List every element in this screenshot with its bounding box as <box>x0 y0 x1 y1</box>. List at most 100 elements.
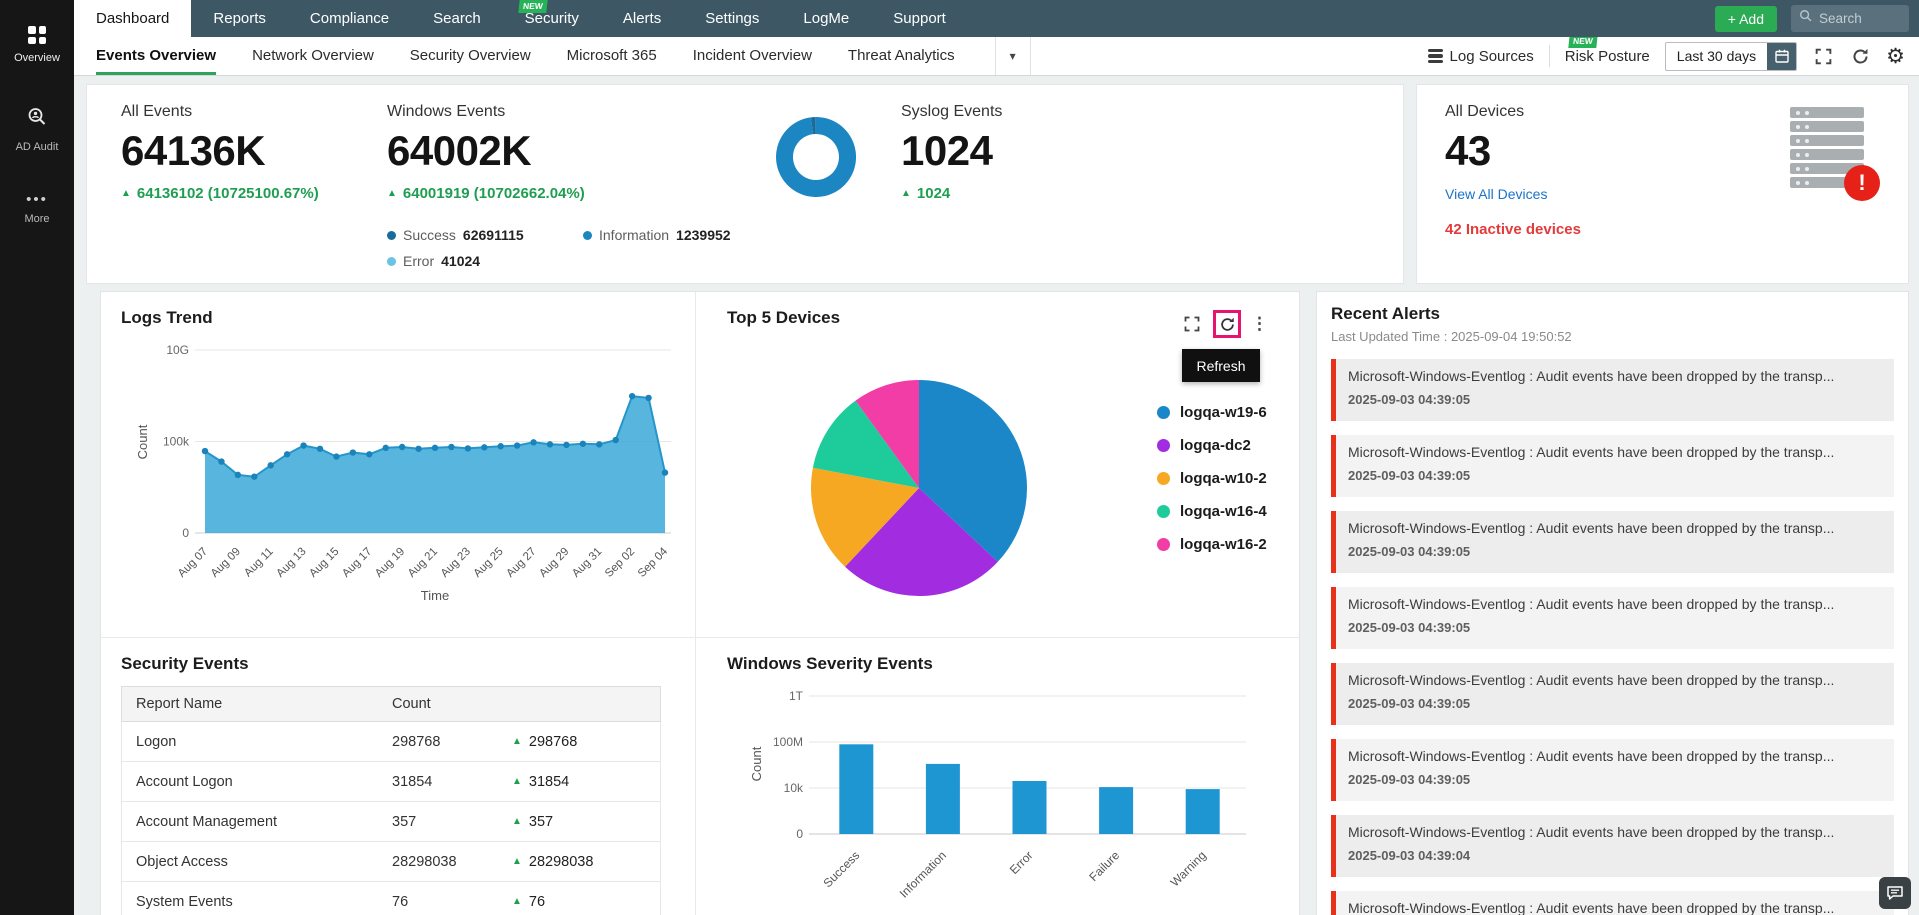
recent-alerts-panel: Recent Alerts Last Updated Time : 2025-0… <box>1316 291 1909 915</box>
sidebar-item-more[interactable]: ••• More <box>0 191 74 229</box>
events-stats-card: All Events 64136K ▲ 64136102 (10725100.6… <box>86 84 1404 284</box>
date-range-select[interactable]: Last 30 days <box>1664 41 1798 71</box>
more-tabs-dropdown[interactable]: ▾ <box>994 37 1031 75</box>
top-tab-logme[interactable]: LogMe <box>781 0 871 37</box>
inactive-devices-text: 42 Inactive devices <box>1445 221 1581 239</box>
overview-tab-security-overview[interactable]: Security Overview <box>410 37 531 75</box>
fullscreen-icon[interactable] <box>1812 45 1834 67</box>
sidebar-item-ad-audit[interactable]: AD Audit <box>0 102 74 157</box>
pie-legend-item[interactable]: logqa-w10-2 <box>1157 470 1267 487</box>
top-tab-search[interactable]: Search <box>411 0 503 37</box>
alert-time: 2025-09-03 04:39:05 <box>1348 544 1471 559</box>
legend-bullet <box>387 256 396 266</box>
legend-bullet <box>1157 439 1170 452</box>
donut-legend-item: Error 41024 <box>387 253 583 269</box>
kebab-menu-icon[interactable]: ⋮ <box>1251 314 1268 334</box>
overview-tab-network-overview[interactable]: Network Overview <box>252 37 374 75</box>
security-events-row[interactable]: Logon 298768 ▲ 298768 <box>121 722 661 762</box>
overview-tabs: Events Overview Network Overview Security … <box>96 37 991 75</box>
alert-message: Microsoft-Windows-Eventlog : Audit event… <box>1348 444 1835 460</box>
alert-message: Microsoft-Windows-Eventlog : Audit event… <box>1348 900 1835 915</box>
tab-label: Events Overview <box>96 47 217 64</box>
report-name: Account Management <box>136 813 278 830</box>
alert-item[interactable]: Microsoft-Windows-Eventlog : Audit event… <box>1331 587 1894 649</box>
alert-time: 2025-09-03 04:39:05 <box>1348 392 1471 407</box>
top-tab-dashboard[interactable]: Dashboard <box>74 0 192 37</box>
overview-tab-threat-analytics[interactable]: Threat Analytics <box>848 37 955 75</box>
svg-text:Aug 29: Aug 29 <box>537 546 571 580</box>
svg-text:Information: Information <box>897 848 949 900</box>
svg-text:Aug 23: Aug 23 <box>439 546 473 580</box>
chat-icon <box>1887 886 1903 900</box>
pie-legend-item[interactable]: logqa-w16-4 <box>1157 503 1267 520</box>
report-count: 76 <box>392 893 409 910</box>
legend-label: logqa-dc2 <box>1180 437 1251 454</box>
windows-severity-bar-chart: 1T 100M 10k 0 Success Information Error Failure… <box>749 689 1246 901</box>
global-search[interactable] <box>1791 5 1909 32</box>
report-name: Account Logon <box>136 773 233 790</box>
stat-change-value: 1024 <box>916 185 951 203</box>
legend-bullet <box>1157 538 1170 551</box>
alert-item[interactable]: Microsoft-Windows-Eventlog : Audit event… <box>1331 663 1894 725</box>
sidebar-item-overview[interactable]: Overview <box>0 22 74 68</box>
risk-posture-button[interactable]: NEW Risk Posture <box>1565 34 1650 65</box>
top-tab-settings[interactable]: Settings <box>683 0 781 37</box>
alert-item[interactable]: Microsoft-Windows-Eventlog : Audit event… <box>1331 739 1894 801</box>
view-all-devices-link[interactable]: View All Devices <box>1445 186 1547 202</box>
refresh-icon-highlighted[interactable] <box>1213 310 1241 338</box>
security-events-row[interactable]: Object Access 28298038 ▲ 28298038 <box>121 842 661 882</box>
add-button[interactable]: + Add <box>1714 5 1777 32</box>
tab-label: Reports <box>213 10 266 27</box>
alert-item[interactable]: Microsoft-Windows-Eventlog : Audit event… <box>1331 815 1894 877</box>
top-tab-security[interactable]: Security NEW <box>503 0 601 37</box>
pie-legend-item[interactable]: logqa-dc2 <box>1157 437 1267 454</box>
tab-label: Security Overview <box>409 47 531 64</box>
security-events-rows: Logon 298768 ▲ 298768 Account Logon 31854 ▲ 318… <box>121 722 661 915</box>
overview-tab-events-overview[interactable]: Events Overview <box>96 37 217 75</box>
svg-text:Sep 04: Sep 04 <box>636 545 671 580</box>
overview-tab-microsoft-365[interactable]: Microsoft 365 <box>567 37 657 75</box>
refresh-icon[interactable] <box>1849 45 1871 67</box>
legend-label: logqa-w10-2 <box>1180 470 1267 487</box>
legend-bullet <box>1157 505 1170 518</box>
alert-item[interactable]: Microsoft-Windows-Eventlog : Audit event… <box>1331 359 1894 421</box>
stat-value: 64136K <box>121 127 266 174</box>
divider <box>695 292 696 915</box>
device-alert-badge: ! <box>1844 165 1880 201</box>
alert-time: 2025-09-03 04:39:05 <box>1348 468 1471 483</box>
security-events-row[interactable]: Account Logon 31854 ▲ 31854 <box>121 762 661 802</box>
divider <box>1548 45 1550 67</box>
alert-item[interactable]: Microsoft-Windows-Eventlog : Audit event… <box>1331 891 1894 915</box>
chevron-down-icon: ▾ <box>1009 49 1016 63</box>
feedback-chat-button[interactable] <box>1879 877 1911 909</box>
alert-item[interactable]: Microsoft-Windows-Eventlog : Audit event… <box>1331 511 1894 573</box>
top-tab-support[interactable]: Support <box>871 0 968 37</box>
top-tab-compliance[interactable]: Compliance <box>288 0 411 37</box>
svg-text:Aug 07: Aug 07 <box>176 546 210 580</box>
top-tab-reports[interactable]: Reports <box>191 0 288 37</box>
stat-change: ▲ 1024 <box>901 185 1002 202</box>
pie-legend-item[interactable]: logqa-w16-2 <box>1157 536 1267 553</box>
security-events-row[interactable]: System Events 76 ▲ 76 <box>121 882 661 915</box>
alert-item[interactable]: Microsoft-Windows-Eventlog : Audit event… <box>1331 435 1894 497</box>
legend-label: Error <box>403 253 435 269</box>
expand-icon[interactable] <box>1181 313 1203 335</box>
svg-text:0: 0 <box>182 526 189 540</box>
pie-legend-item[interactable]: logqa-w19-6 <box>1157 404 1267 421</box>
stat-label: All Events <box>121 103 193 120</box>
security-events-row[interactable]: Account Management 357 ▲ 357 <box>121 802 661 842</box>
svg-text:Aug 11: Aug 11 <box>242 546 276 580</box>
refresh-tooltip: Refresh <box>1182 349 1260 382</box>
overview-tab-incident-overview[interactable]: Incident Overview <box>693 37 812 75</box>
calendar-icon[interactable] <box>1767 42 1797 70</box>
top-tab-alerts[interactable]: Alerts <box>601 0 683 37</box>
settings-gear-icon[interactable]: ⚙ <box>1886 46 1905 67</box>
search-input[interactable] <box>1819 11 1895 26</box>
dashboard-widgets-panel: Logs Trend 10G 100k 0 Aug 07 Aug 09 Aug 11 Aug… <box>100 291 1300 915</box>
top-nav-tabs: Dashboard Reports Compliance Search Security… <box>74 0 968 37</box>
alert-message: Microsoft-Windows-Eventlog : Audit event… <box>1348 672 1835 688</box>
log-sources-button[interactable]: Log Sources <box>1427 48 1534 65</box>
svg-text:Aug 21: Aug 21 <box>406 546 440 580</box>
legend-value: 41024 <box>441 253 481 269</box>
all-events-stat: All Events 64136K ▲ 64136102 (10725100.6… <box>121 103 319 202</box>
